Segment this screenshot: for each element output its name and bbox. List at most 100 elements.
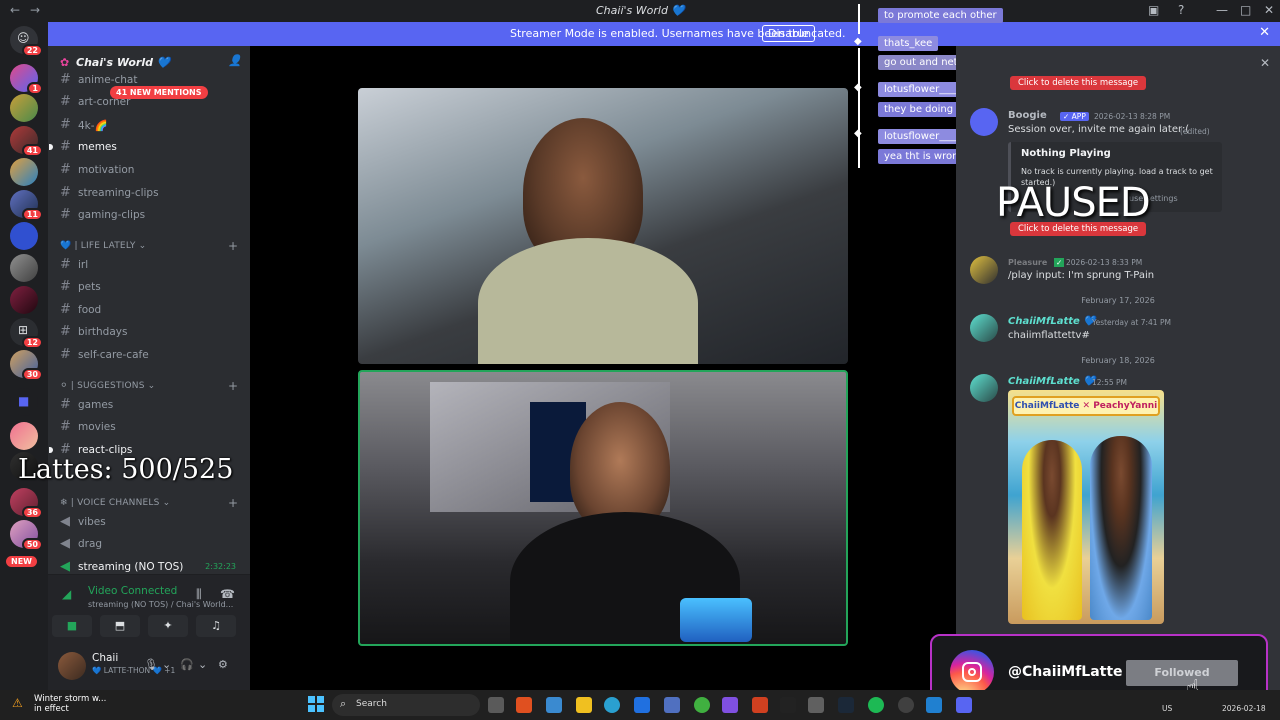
taskbar-clock[interactable]: 2026-02-18 bbox=[1222, 704, 1266, 713]
followed-button[interactable]: Followed bbox=[1126, 660, 1238, 686]
bot-avatar[interactable] bbox=[970, 108, 998, 136]
unread-badge: 1 bbox=[27, 82, 43, 95]
user-avatar[interactable] bbox=[970, 314, 998, 342]
close-panel-icon[interactable]: ✕ bbox=[1260, 56, 1270, 70]
taskbar-search[interactable]: ⌕ Search bbox=[332, 694, 480, 716]
app-icon[interactable] bbox=[516, 697, 532, 713]
server-icon[interactable] bbox=[10, 286, 38, 314]
chevron-down-icon[interactable]: ⌄ bbox=[162, 658, 171, 671]
channel-gaming-clips[interactable]: # gaming-clips bbox=[56, 205, 244, 225]
app-icon[interactable] bbox=[808, 697, 824, 713]
language-indicator[interactable]: US bbox=[1162, 704, 1172, 713]
channel-pets[interactable]: # pets bbox=[56, 277, 244, 297]
inbox-icon[interactable]: ▣ bbox=[1148, 3, 1159, 17]
app-icon[interactable] bbox=[752, 697, 768, 713]
server-icon[interactable] bbox=[10, 254, 38, 282]
screen-share-button[interactable]: ⬒ bbox=[100, 615, 140, 637]
user-name[interactable]: Pleasure bbox=[1008, 258, 1047, 267]
channel-self-care-cafe[interactable]: # self-care-cafe bbox=[56, 345, 244, 365]
app-icon[interactable] bbox=[634, 697, 650, 713]
chrome-icon[interactable] bbox=[694, 697, 710, 713]
add-channel-icon[interactable]: + bbox=[228, 496, 238, 510]
soundboard-button[interactable]: ♫ bbox=[196, 615, 236, 637]
file-explorer-icon[interactable] bbox=[576, 697, 592, 713]
add-channel-icon[interactable]: + bbox=[228, 239, 238, 253]
close-window-icon[interactable]: ✕ bbox=[1264, 3, 1274, 17]
category-suggestions[interactable]: ⚪ | SUGGESTIONS ⌄ + bbox=[60, 379, 238, 393]
camera-button[interactable]: ■ bbox=[52, 615, 92, 637]
discord-icon[interactable] bbox=[956, 697, 972, 713]
minimize-icon[interactable]: — bbox=[1216, 3, 1228, 17]
add-member-icon[interactable]: 👤 bbox=[228, 54, 242, 67]
app-icon[interactable] bbox=[722, 697, 738, 713]
forward-arrow-icon[interactable]: → bbox=[30, 3, 40, 17]
noise-suppression-icon[interactable]: ⫼ bbox=[196, 587, 202, 602]
add-channel-icon[interactable]: + bbox=[228, 379, 238, 393]
server-icon[interactable]: ⊞ 12 bbox=[10, 318, 43, 349]
delete-message-button[interactable]: Click to delete this message bbox=[1010, 222, 1147, 236]
server-icon[interactable]: 1 bbox=[10, 64, 43, 95]
spotify-icon[interactable] bbox=[868, 697, 884, 713]
edge-icon[interactable] bbox=[604, 697, 620, 713]
bot-name[interactable]: Boogie bbox=[1008, 110, 1047, 121]
steam-icon[interactable] bbox=[838, 697, 854, 713]
delete-message-button[interactable]: Click to delete this message bbox=[1010, 76, 1147, 90]
server-icon[interactable] bbox=[10, 222, 38, 250]
video-tile-2[interactable] bbox=[358, 370, 848, 646]
headphones-icon[interactable]: 🎧 bbox=[180, 658, 194, 671]
tiktok-icon[interactable] bbox=[780, 697, 796, 713]
new-mentions-badge[interactable]: 41 NEW MENTIONS bbox=[110, 86, 208, 99]
channel-motivation[interactable]: # motivation bbox=[56, 160, 244, 180]
folder-icon[interactable]: ■ bbox=[10, 388, 38, 416]
back-arrow-icon[interactable]: ← bbox=[10, 3, 20, 17]
weather-warning-icon[interactable]: ⚠ bbox=[12, 696, 23, 710]
video-tile-1[interactable] bbox=[358, 88, 848, 364]
user-name[interactable]: ChaiiMfLatte 💙 bbox=[1008, 316, 1096, 327]
start-icon[interactable] bbox=[308, 696, 324, 712]
voice-status[interactable]: Video Connected bbox=[88, 585, 177, 597]
channel-food[interactable]: # food bbox=[56, 300, 244, 320]
help-icon[interactable]: ? bbox=[1178, 3, 1184, 17]
chevron-down-icon[interactable]: ⌄ bbox=[198, 658, 207, 671]
app-icon[interactable] bbox=[926, 697, 942, 713]
mic-icon[interactable]: 🎙 bbox=[144, 658, 158, 671]
maximize-icon[interactable]: □ bbox=[1240, 3, 1251, 17]
server-icon[interactable]: 36 bbox=[10, 488, 43, 519]
settings-gear-icon[interactable]: ⚙ bbox=[218, 658, 228, 671]
category-life-lately[interactable]: 💙 | LIFE LATELY ⌄ + bbox=[60, 239, 238, 253]
disable-streamer-mode-button[interactable]: Disable bbox=[762, 25, 815, 42]
server-icon[interactable]: 11 bbox=[10, 190, 43, 221]
app-icon[interactable] bbox=[546, 697, 562, 713]
voice-channel-drag[interactable]: ◀ drag bbox=[56, 534, 244, 554]
channel-movies[interactable]: # movies bbox=[56, 417, 244, 437]
task-view-icon[interactable] bbox=[488, 697, 504, 713]
attached-image[interactable]: ChaiiMfLatte ✕ PeachyYanni bbox=[1008, 390, 1164, 624]
disconnect-icon[interactable]: ☎ bbox=[220, 587, 235, 601]
channel-4k[interactable]: #4k-🌈 bbox=[56, 115, 244, 135]
close-banner-icon[interactable]: ✕ bbox=[1259, 25, 1270, 40]
channel-birthdays[interactable]: # birthdays bbox=[56, 322, 244, 342]
channel-streaming-clips[interactable]: # streaming-clips bbox=[56, 183, 244, 203]
user-avatar[interactable] bbox=[970, 374, 998, 402]
user-avatar[interactable] bbox=[970, 256, 998, 284]
channel-games[interactable]: # games bbox=[56, 395, 244, 415]
server-icon[interactable]: 41 bbox=[10, 126, 43, 157]
category-voice-channels[interactable]: ❄ | VOICE CHANNELS ⌄ + bbox=[60, 496, 238, 510]
user-panel: Chaii 💙 LATTE-THON 💙 +1 🎙 ⌄ 🎧 ⌄ ⚙ bbox=[48, 646, 250, 690]
activities-button[interactable]: ✦ bbox=[148, 615, 188, 637]
user-name[interactable]: ChaiiMfLatte 💙 bbox=[1008, 376, 1096, 387]
store-icon[interactable] bbox=[664, 697, 680, 713]
channel-memes[interactable]: # memes bbox=[49, 137, 244, 157]
weather-widget[interactable]: Winter storm w... in effect bbox=[34, 694, 106, 714]
channel-irl[interactable]: # irl bbox=[56, 255, 244, 275]
server-icon[interactable]: 50 bbox=[10, 520, 43, 551]
obs-icon[interactable] bbox=[898, 697, 914, 713]
avatar[interactable] bbox=[58, 652, 86, 680]
home-discord-icon[interactable]: ☺ 22 bbox=[10, 26, 43, 57]
voice-location[interactable]: streaming (NO TOS) / Chai's World... bbox=[88, 600, 233, 609]
server-icon[interactable] bbox=[10, 422, 38, 450]
server-icon[interactable] bbox=[10, 94, 38, 122]
server-icon[interactable]: 30 bbox=[10, 350, 43, 381]
voice-channel-vibes[interactable]: ◀ vibes bbox=[56, 512, 244, 532]
server-icon[interactable] bbox=[10, 158, 38, 186]
